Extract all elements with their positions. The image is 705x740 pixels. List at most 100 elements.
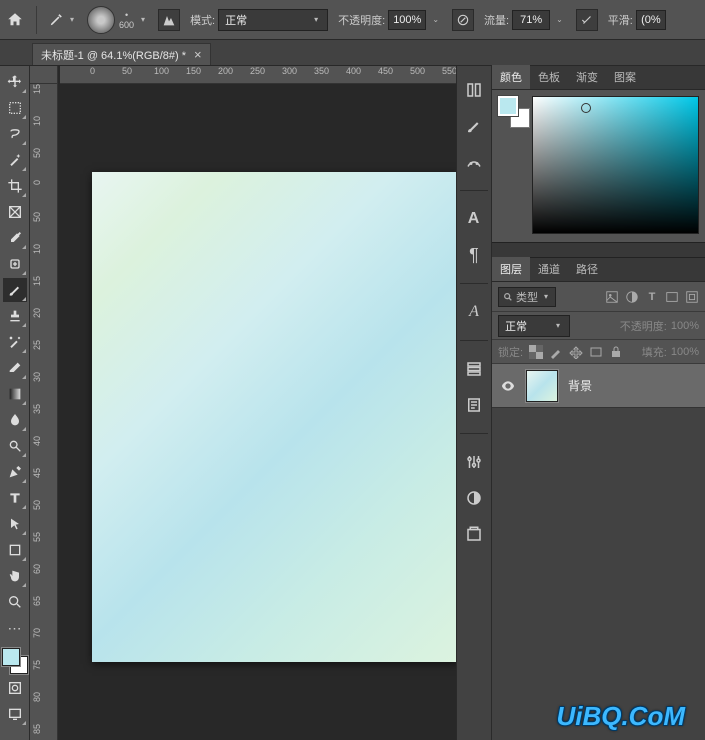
color-panel [492, 90, 705, 242]
document-tab-title: 未标题-1 @ 64.1%(RGB/8#) * [41, 47, 186, 63]
panel-separator[interactable] [492, 242, 705, 258]
lock-label: 锁定: [498, 344, 523, 360]
lock-artboard-icon[interactable] [589, 345, 603, 359]
layer-filter-dropdown[interactable]: 类型 ▾ [498, 287, 556, 307]
adjustments-panel-icon[interactable] [460, 450, 488, 474]
chevron-down-icon: ▾ [141, 15, 145, 24]
healing-brush-tool[interactable] [3, 252, 27, 276]
history-panel-icon[interactable] [460, 78, 488, 102]
chevron-down-icon[interactable]: ⌄ [556, 15, 563, 24]
chevron-down-icon: ▾ [314, 15, 318, 24]
quick-mask-toggle[interactable] [3, 676, 27, 700]
smooth-label: 平滑: [608, 12, 633, 28]
marquee-tool[interactable] [3, 96, 27, 120]
layer-item[interactable]: 背景 [492, 364, 705, 408]
layer-thumbnail[interactable] [526, 370, 558, 402]
eyedropper-tool[interactable] [3, 226, 27, 250]
smooth-input[interactable]: (0% [636, 10, 666, 30]
hand-tool[interactable] [3, 564, 27, 588]
tab-gradients[interactable]: 渐变 [568, 65, 606, 89]
gradient-tool[interactable] [3, 382, 27, 406]
tab-paths[interactable]: 路径 [568, 257, 606, 281]
color-panel-swatches[interactable] [498, 96, 524, 122]
dodge-tool[interactable] [3, 434, 27, 458]
canvas-area[interactable]: 0501001502002503003504004505005506 15105… [30, 66, 456, 740]
brush-size-preview[interactable]: • 600 ▾ [87, 6, 148, 34]
lock-transparent-icon[interactable] [529, 345, 543, 359]
filter-shape-icon[interactable] [665, 290, 679, 304]
home-button[interactable] [6, 12, 24, 28]
blend-mode-dropdown[interactable]: 正常 ▾ [218, 9, 328, 31]
layer-blend-dropdown[interactable]: 正常▾ [498, 315, 570, 337]
filter-adjustment-icon[interactable] [625, 290, 639, 304]
pressure-opacity-toggle[interactable] [452, 9, 474, 31]
shape-tool[interactable] [3, 538, 27, 562]
layer-opacity-value[interactable]: 100% [671, 320, 699, 332]
brushes-panel-icon[interactable] [460, 114, 488, 138]
watermark: UiBQ.CoM [556, 701, 685, 732]
color-swatches[interactable] [2, 648, 28, 674]
tab-color[interactable]: 颜色 [492, 65, 530, 89]
chevron-down-icon[interactable]: ⌄ [432, 15, 439, 24]
opacity-input[interactable]: 100% [388, 10, 426, 30]
path-selection-tool[interactable] [3, 512, 27, 536]
blend-mode-value: 正常 [225, 12, 247, 28]
brush-tool[interactable] [3, 278, 27, 302]
filter-smart-icon[interactable] [685, 290, 699, 304]
document-tab[interactable]: 未标题-1 @ 64.1%(RGB/8#) * × [32, 43, 211, 65]
visibility-toggle[interactable] [500, 378, 516, 394]
magic-wand-tool[interactable] [3, 148, 27, 172]
ruler-origin[interactable] [30, 66, 58, 84]
properties-panel-icon[interactable] [460, 357, 488, 381]
layer-opacity-label: 不透明度: [620, 318, 667, 334]
tab-layers[interactable]: 图层 [492, 257, 530, 281]
lasso-tool[interactable] [3, 122, 27, 146]
tab-swatches[interactable]: 色板 [530, 65, 568, 89]
lock-row: 锁定: 填充: 100% [492, 340, 705, 364]
pressure-opacity-button[interactable] [158, 9, 180, 31]
libraries-panel-icon[interactable] [460, 522, 488, 546]
eraser-tool[interactable] [3, 356, 27, 380]
edit-toolbar[interactable]: ⋯ [3, 616, 27, 640]
fill-value[interactable]: 100% [671, 346, 699, 358]
brush-preset-picker[interactable]: ▾ [49, 13, 77, 27]
collapsed-panel-strip: A ¶ A [456, 66, 492, 740]
layer-filter-row: 类型 ▾ T [492, 282, 705, 312]
brush-settings-panel-icon[interactable] [460, 150, 488, 174]
airbrush-toggle[interactable] [576, 9, 598, 31]
blur-tool[interactable] [3, 408, 27, 432]
pen-tool[interactable] [3, 460, 27, 484]
stamp-tool[interactable] [3, 304, 27, 328]
lock-all-icon[interactable] [609, 345, 623, 359]
close-icon[interactable]: × [194, 47, 202, 62]
document-tab-bar: 未标题-1 @ 64.1%(RGB/8#) * × [0, 40, 705, 66]
chevron-down-icon: ▾ [70, 15, 74, 24]
foreground-color[interactable] [2, 648, 20, 666]
zoom-tool[interactable] [3, 590, 27, 614]
move-tool[interactable] [3, 70, 27, 94]
styles-panel-icon[interactable] [460, 486, 488, 510]
frame-tool[interactable] [3, 200, 27, 224]
lock-position-icon[interactable] [569, 345, 583, 359]
screen-mode-toggle[interactable] [3, 702, 27, 726]
filter-pixel-icon[interactable] [605, 290, 619, 304]
filter-type-icon[interactable]: T [645, 290, 659, 304]
options-bar: ▾ • 600 ▾ 模式: 正常 ▾ 不透明度: 100% ⌄ 流量: 71% … [0, 0, 705, 40]
paragraph-panel-icon[interactable]: ¶ [460, 243, 488, 267]
tab-patterns[interactable]: 图案 [606, 65, 644, 89]
glyphs-panel-icon[interactable]: A [460, 300, 488, 324]
foreground-swatch[interactable] [498, 96, 518, 116]
tab-channels[interactable]: 通道 [530, 257, 568, 281]
notes-panel-icon[interactable] [460, 393, 488, 417]
layer-name[interactable]: 背景 [568, 377, 592, 394]
crop-tool[interactable] [3, 174, 27, 198]
color-field[interactable] [532, 96, 699, 234]
flow-label: 流量: [484, 12, 509, 28]
lock-pixels-icon[interactable] [549, 345, 563, 359]
color-picker-indicator[interactable] [581, 103, 591, 113]
type-tool[interactable] [3, 486, 27, 510]
character-panel-icon[interactable]: A [460, 207, 488, 231]
flow-input[interactable]: 71% [512, 10, 550, 30]
document-canvas[interactable] [92, 172, 456, 662]
history-brush-tool[interactable] [3, 330, 27, 354]
